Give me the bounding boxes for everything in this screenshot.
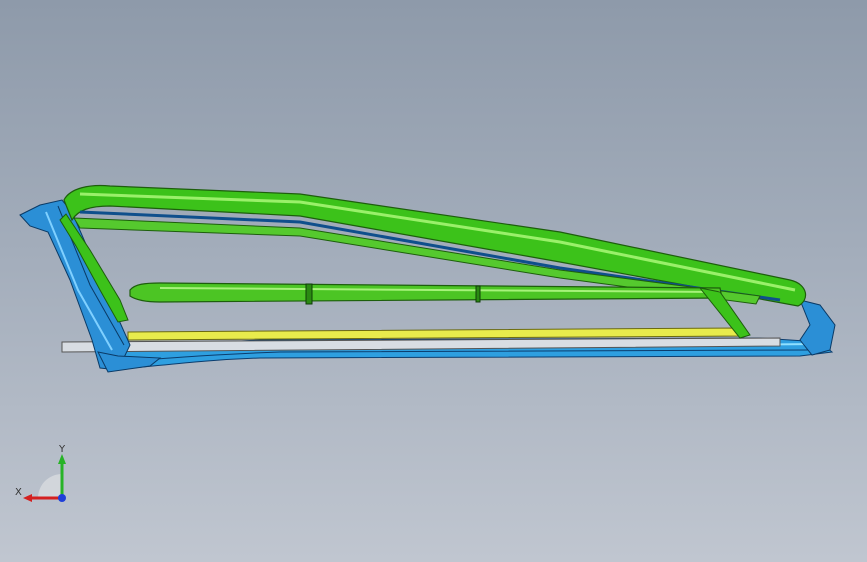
triad-plane (38, 474, 62, 498)
z-axis-icon (58, 494, 66, 502)
base-rail (61, 337, 834, 371)
x-axis-label: X (15, 487, 22, 498)
cad-viewport[interactable] (0, 0, 867, 562)
green-frame (59, 184, 807, 339)
y-axis-label: Y (58, 444, 66, 455)
coordinate-triad: Y X (15, 444, 66, 502)
right-pillar (799, 299, 836, 356)
